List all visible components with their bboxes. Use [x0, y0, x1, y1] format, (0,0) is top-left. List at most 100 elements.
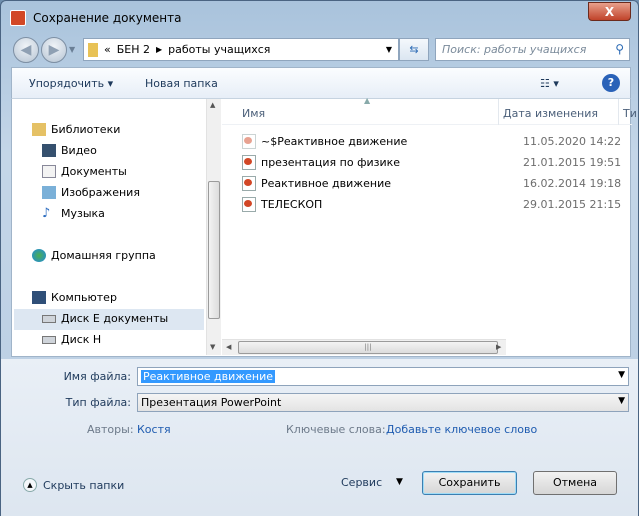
sidebar-item-images[interactable]: Изображения	[42, 186, 140, 199]
chevron-right-icon[interactable]: ▶	[156, 45, 162, 54]
sort-ascending-icon: ▲	[364, 96, 371, 105]
sidebar-label: Библиотеки	[51, 123, 121, 136]
sidebar-item-homegroup[interactable]: Домашняя группа	[32, 249, 156, 262]
images-icon	[42, 186, 56, 199]
file-name: ~$Реактивное движение	[261, 134, 408, 148]
drive-icon	[42, 335, 56, 344]
table-row[interactable]: ТЕЛЕСКОП29.01.2015 21:15Пр	[242, 195, 632, 213]
breadcrumb-overflow[interactable]: «	[104, 43, 111, 56]
pptx-file-icon	[242, 175, 256, 191]
computer-icon	[32, 291, 46, 304]
filename-label: Имя файла:	[63, 370, 131, 383]
organize-button[interactable]: Упорядочить ▾	[29, 77, 113, 90]
service-dropdown-icon[interactable]: ▼	[396, 477, 403, 487]
table-row[interactable]: презентация по физике21.01.2015 19:51Пр	[242, 153, 632, 171]
chevron-down-icon[interactable]: ▼	[618, 370, 625, 380]
back-button[interactable]: ◀	[13, 37, 39, 63]
sidebar-label: Музыка	[61, 207, 105, 220]
breadcrumb-ben2[interactable]: БЕН 2	[117, 43, 150, 56]
music-icon: ♪	[42, 206, 51, 221]
documents-icon	[42, 165, 56, 178]
scroll-right-icon[interactable]: ▶	[496, 343, 501, 351]
pptx-file-icon	[242, 196, 256, 212]
column-divider[interactable]	[498, 99, 499, 125]
sidebar-label: Компьютер	[51, 291, 117, 304]
address-dropdown[interactable]: ▼	[386, 45, 392, 54]
file-list: ▲ Имя Дата изменения Ти ~$Реактивное дви…	[222, 96, 637, 357]
service-button[interactable]: Сервис	[341, 476, 382, 489]
forward-button[interactable]: ▶	[41, 37, 67, 63]
file-name: презентация по физике	[261, 155, 401, 169]
scroll-thumb[interactable]	[208, 181, 220, 319]
powerpoint-icon	[10, 10, 26, 26]
sidebar-item-video[interactable]: Видео	[42, 144, 97, 157]
file-name: Реактивное движение	[261, 176, 392, 190]
filename-input[interactable]: Реактивное движение ▼	[137, 367, 629, 386]
search-input[interactable]: Поиск: работы учащихся ⚲	[435, 38, 630, 61]
refresh-button[interactable]: ⇆	[399, 38, 429, 61]
column-divider[interactable]	[618, 99, 619, 125]
filetype-select[interactable]: Презентация PowerPoint ▼	[137, 393, 629, 412]
file-date: 16.02.2014 19:18	[523, 176, 622, 190]
search-placeholder: Поиск: работы учащихся	[442, 43, 587, 56]
new-folder-button[interactable]: Новая папка	[145, 77, 218, 90]
file-name: ТЕЛЕСКОП	[261, 197, 323, 211]
filetype-value: Презентация PowerPoint	[141, 396, 282, 409]
pptx-file-icon	[242, 154, 256, 170]
sidebar-label: Диск E документы	[61, 312, 169, 325]
sidebar-item-drive-h[interactable]: Диск H	[42, 333, 101, 346]
scroll-up-icon[interactable]: ▲	[210, 101, 215, 109]
list-header: ▲ Имя Дата изменения Ти	[222, 96, 637, 125]
scroll-left-icon[interactable]: ◀	[226, 343, 231, 351]
list-horizontal-scrollbar[interactable]: ◀ ||| ▶	[222, 339, 506, 355]
sidebar-label: Изображения	[61, 186, 140, 199]
sidebar-item-computer[interactable]: Компьютер	[32, 291, 117, 304]
table-row[interactable]: Реактивное движение16.02.2014 19:18Пр	[242, 174, 632, 192]
sidebar-item-libraries[interactable]: Библиотеки	[32, 123, 120, 136]
cancel-button[interactable]: Отмена	[533, 471, 617, 495]
file-date: 11.05.2020 14:22	[523, 134, 622, 148]
video-icon	[42, 144, 56, 157]
sidebar-label: Домашняя группа	[51, 249, 156, 262]
drive-icon	[42, 314, 56, 323]
filetype-label: Тип файла:	[65, 396, 131, 409]
keywords-label: Ключевые слова:	[286, 423, 386, 436]
browser-pane: Библиотеки Видео Документы Изображения ♪…	[11, 96, 637, 357]
file-date: 21.01.2015 19:51	[523, 155, 622, 169]
column-date[interactable]: Дата изменения	[503, 107, 598, 120]
column-name[interactable]: Имя	[242, 107, 265, 120]
sidebar-label: Видео	[61, 144, 97, 157]
navigation-pane: Библиотеки Видео Документы Изображения ♪…	[12, 99, 206, 357]
save-button[interactable]: Сохранить	[422, 471, 517, 495]
table-row[interactable]: ~$Реактивное движение11.05.2020 14:22Пр	[242, 132, 632, 150]
window-title: Сохранение документа	[33, 11, 182, 25]
history-dropdown[interactable]: ▼	[69, 45, 75, 54]
scroll-down-icon[interactable]: ▼	[210, 343, 215, 351]
scroll-thumb[interactable]: |||	[238, 341, 498, 354]
authors-value[interactable]: Костя	[137, 423, 171, 436]
close-button[interactable]: X	[588, 2, 631, 21]
keywords-value[interactable]: Добавьте ключевое слово	[386, 423, 537, 436]
hide-folders-button[interactable]: Скрыть папки	[43, 479, 124, 492]
search-icon[interactable]: ⚲	[615, 42, 624, 56]
help-icon[interactable]: ?	[602, 74, 620, 92]
nav-scrollbar[interactable]: ▲ ▼	[206, 99, 221, 355]
sidebar-label: Диск H	[61, 333, 102, 346]
library-icon	[32, 123, 46, 136]
column-type[interactable]: Ти	[623, 107, 637, 120]
collapse-icon[interactable]: ▲	[23, 478, 37, 492]
sidebar-item-documents[interactable]: Документы	[42, 165, 127, 178]
authors-label: Авторы:	[87, 423, 134, 436]
sidebar-label: Документы	[61, 165, 127, 178]
homegroup-icon	[32, 249, 46, 262]
view-options-button[interactable]: ☷ ▾	[540, 77, 559, 90]
save-dialog: Сохранение документа X ◀ ▶ ▼ « БЕН 2 ▶ р…	[0, 0, 639, 516]
sidebar-item-drive-e[interactable]: Диск E документы	[42, 312, 168, 325]
breadcrumb-current[interactable]: работы учащихся	[168, 43, 270, 56]
chevron-down-icon[interactable]: ▼	[618, 396, 625, 406]
filename-value: Реактивное движение	[141, 370, 276, 383]
folder-icon	[88, 42, 98, 57]
address-bar[interactable]: « БЕН 2 ▶ работы учащихся ▼	[83, 38, 399, 61]
toolbar: Упорядочить ▾ Новая папка ☷ ▾ ?	[11, 67, 631, 99]
sidebar-item-music[interactable]: ♪ Музыка	[42, 207, 105, 220]
